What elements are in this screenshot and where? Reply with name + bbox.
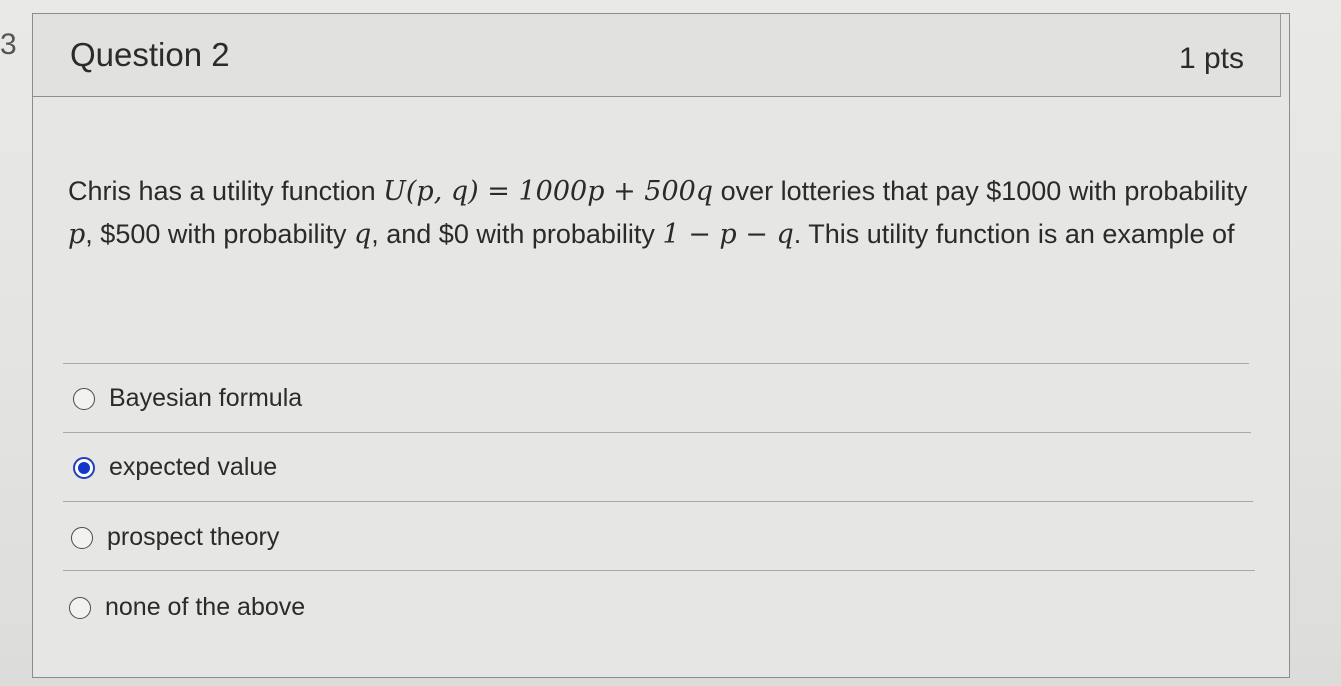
answers-top-divider [63,363,1249,364]
question-text: Chris has a utility function U(p, q) = 1… [68,170,1268,256]
math-p: p [68,219,86,250]
radio-button-unchecked[interactable] [69,596,91,619]
question-text-part2: over lotteries that pay $1000 with proba… [713,176,1248,206]
question-text-part5: . This utility function is an example of [793,219,1235,249]
answer-label: Bayesian formula [109,384,303,412]
radio-button-unchecked[interactable] [71,526,93,549]
answer-label: prospect theory [107,523,280,551]
answer-divider [63,432,1251,433]
question-header: Question 2 1 pts [33,14,1281,97]
answer-divider [63,570,1255,571]
math-q: q [353,219,372,250]
answer-label: none of the above [105,593,306,621]
math-remainder: 1 − p − q [662,219,794,250]
question-points: 1 pts [1178,42,1244,75]
question-text-part1: Chris has a utility function [68,176,384,206]
answer-option-expected-value[interactable]: expected value [73,453,277,482]
question-text-part4: , and $0 with probability [371,219,663,249]
answer-divider [63,501,1253,502]
radio-button-checked[interactable] [73,456,95,479]
answer-option-prospect-theory[interactable]: prospect theory [71,523,279,552]
question-text-part3: , $500 with probability [85,219,354,249]
answer-option-none[interactable]: none of the above [69,593,305,622]
question-title: Question 2 [70,36,230,73]
page: 3 Question 2 1 pts Chris has a utility f… [0,0,1341,686]
answer-label: expected value [109,453,278,481]
answer-option-bayesian[interactable]: Bayesian formula [73,384,302,413]
edge-mark: 3 [0,28,17,61]
question-card: Question 2 1 pts Chris has a utility fun… [32,13,1290,678]
radio-button-unchecked[interactable] [73,387,95,410]
utility-formula: U(p, q) = 1000p + 500q [383,176,714,207]
